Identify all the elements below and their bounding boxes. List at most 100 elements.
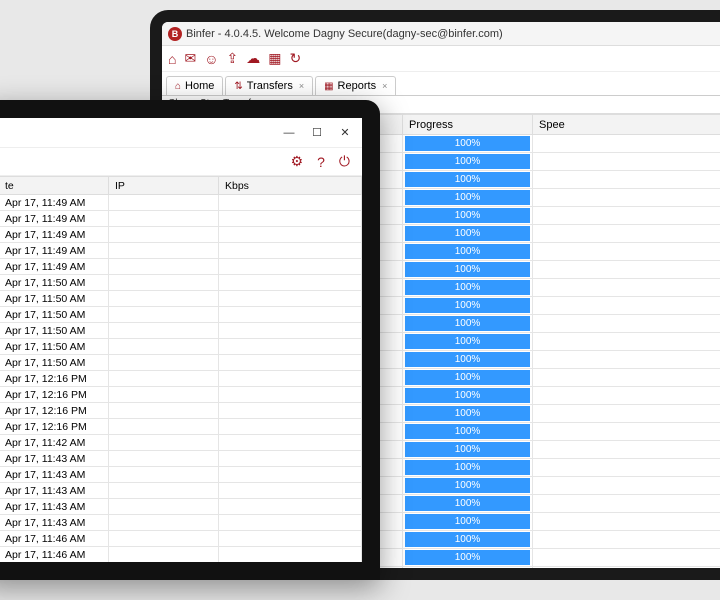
table-row[interactable]: Apr 17, 11:49 AM (0, 211, 362, 227)
cell-date: Apr 17, 11:49 AM (0, 243, 109, 259)
cell-kbps (219, 355, 362, 371)
cell-speed (533, 171, 720, 189)
cell-ip (109, 339, 219, 355)
progress-bar: 100% (405, 496, 530, 511)
table-row[interactable]: Apr 17, 11:50 AM (0, 307, 362, 323)
table-row[interactable]: Apr 17, 11:43 AM (0, 467, 362, 483)
cell-date: Apr 17, 11:42 AM (0, 435, 109, 451)
cell-ip (109, 467, 219, 483)
cell-kbps (219, 211, 362, 227)
reports-tab-icon: ▦ (324, 81, 333, 92)
table-row[interactable]: Apr 17, 11:50 AM (0, 275, 362, 291)
tab-home[interactable]: ⌂ Home (166, 76, 223, 95)
close-button[interactable]: ✕ (332, 123, 358, 143)
table-row[interactable]: Apr 17, 11:49 AM (0, 243, 362, 259)
cell-speed (533, 351, 720, 369)
table-row[interactable]: Apr 17, 11:42 AM (0, 435, 362, 451)
table-row[interactable]: Apr 17, 11:43 AM (0, 451, 362, 467)
refresh-icon[interactable]: ↻ (289, 50, 301, 67)
cell-kbps (219, 339, 362, 355)
progress-bar: 100% (405, 136, 530, 151)
cell-ip (109, 483, 219, 499)
grid-icon[interactable]: ▦ (268, 50, 281, 67)
table-row[interactable]: Apr 17, 11:50 AM (0, 339, 362, 355)
home-icon[interactable]: ⌂ (168, 51, 176, 67)
cell-speed (533, 153, 720, 171)
col-progress[interactable]: Progress (403, 115, 533, 135)
cell-kbps (219, 243, 362, 259)
cell-date: Apr 17, 11:50 AM (0, 275, 109, 291)
cell-ip (109, 435, 219, 451)
power-icon[interactable]: ⏻ (339, 153, 350, 170)
cell-date: Apr 17, 11:49 AM (0, 195, 109, 211)
tab-transfers[interactable]: ⇅ Transfers × (225, 76, 313, 95)
progress-bar: 100% (405, 226, 530, 241)
col-kbps[interactable]: Kbps (219, 177, 362, 195)
table-row[interactable]: Apr 17, 12:16 PM (0, 419, 362, 435)
table-row[interactable]: Apr 17, 11:49 AM (0, 195, 362, 211)
maximize-button[interactable]: ☐ (304, 123, 330, 143)
table-row[interactable]: Apr 17, 11:46 AM (0, 531, 362, 547)
table-row[interactable]: Apr 17, 11:43 AM (0, 515, 362, 531)
cell-date: Apr 17, 11:43 AM (0, 451, 109, 467)
cell-speed (533, 477, 720, 495)
table-row[interactable]: Apr 17, 11:50 AM (0, 355, 362, 371)
cell-progress: 100% (403, 423, 533, 441)
cell-speed (533, 297, 720, 315)
table-row[interactable]: Apr 17, 11:49 AM (0, 259, 362, 275)
cell-kbps (219, 403, 362, 419)
main-toolbar: ⌂ ✉ ☺ ⇪ ☁ ▦ ↻ (162, 46, 720, 72)
cell-ip (109, 227, 219, 243)
help-icon[interactable]: ? (317, 154, 325, 170)
minimize-button[interactable]: — (276, 123, 302, 143)
cell-kbps (219, 227, 362, 243)
cell-speed (533, 423, 720, 441)
cell-ip (109, 499, 219, 515)
progress-bar: 100% (405, 514, 530, 529)
tab-transfers-close[interactable]: × (299, 81, 304, 91)
cell-ip (109, 355, 219, 371)
table-row[interactable]: Apr 17, 12:16 PM (0, 371, 362, 387)
log-body[interactable]: te IP Kbps Apr 17, 11:49 AMApr 17, 11:49… (0, 176, 362, 562)
table-row[interactable]: Apr 17, 11:43 AM (0, 483, 362, 499)
table-row[interactable]: Apr 17, 11:50 AM (0, 291, 362, 307)
table-row[interactable]: Apr 17, 11:43 AM (0, 499, 362, 515)
col-speed[interactable]: Spee (533, 115, 720, 135)
cell-ip (109, 291, 219, 307)
cell-speed (533, 315, 720, 333)
table-row[interactable]: Apr 17, 12:16 PM (0, 387, 362, 403)
tab-reports-close[interactable]: × (382, 81, 387, 91)
cell-kbps (219, 419, 362, 435)
user-icon[interactable]: ☺ (204, 51, 218, 67)
cell-progress: 100% (403, 549, 533, 567)
mail-icon[interactable]: ✉ (184, 50, 196, 67)
binfer-logo-icon: B (168, 27, 182, 41)
col-date[interactable]: te (0, 177, 109, 195)
table-row[interactable]: Apr 17, 11:46 AM (0, 547, 362, 563)
cloud-icon[interactable]: ☁ (246, 50, 260, 67)
cell-speed (533, 369, 720, 387)
cell-ip (109, 275, 219, 291)
table-row[interactable]: Apr 17, 12:16 PM (0, 403, 362, 419)
share-icon[interactable]: ⇪ (227, 50, 239, 67)
cell-date: Apr 17, 12:16 PM (0, 371, 109, 387)
cell-date: Apr 17, 11:49 AM (0, 211, 109, 227)
cell-kbps (219, 531, 362, 547)
progress-bar: 100% (405, 424, 530, 439)
cell-date: Apr 17, 11:43 AM (0, 515, 109, 531)
cell-progress: 100% (403, 405, 533, 423)
progress-bar: 100% (405, 244, 530, 259)
cell-progress: 100% (403, 171, 533, 189)
progress-bar: 100% (405, 334, 530, 349)
table-row[interactable]: Apr 17, 11:49 AM (0, 227, 362, 243)
tab-reports[interactable]: ▦ Reports × (315, 76, 396, 95)
log-window-controls: — ☐ ✕ (0, 118, 362, 148)
cell-progress: 100% (403, 351, 533, 369)
cell-speed (533, 441, 720, 459)
cell-speed (533, 279, 720, 297)
cell-date: Apr 17, 11:46 AM (0, 531, 109, 547)
table-row[interactable]: Apr 17, 11:50 AM (0, 323, 362, 339)
gear-icon[interactable]: ⚙ (291, 153, 304, 170)
col-ip[interactable]: IP (109, 177, 219, 195)
home-tab-icon: ⌂ (175, 81, 181, 92)
